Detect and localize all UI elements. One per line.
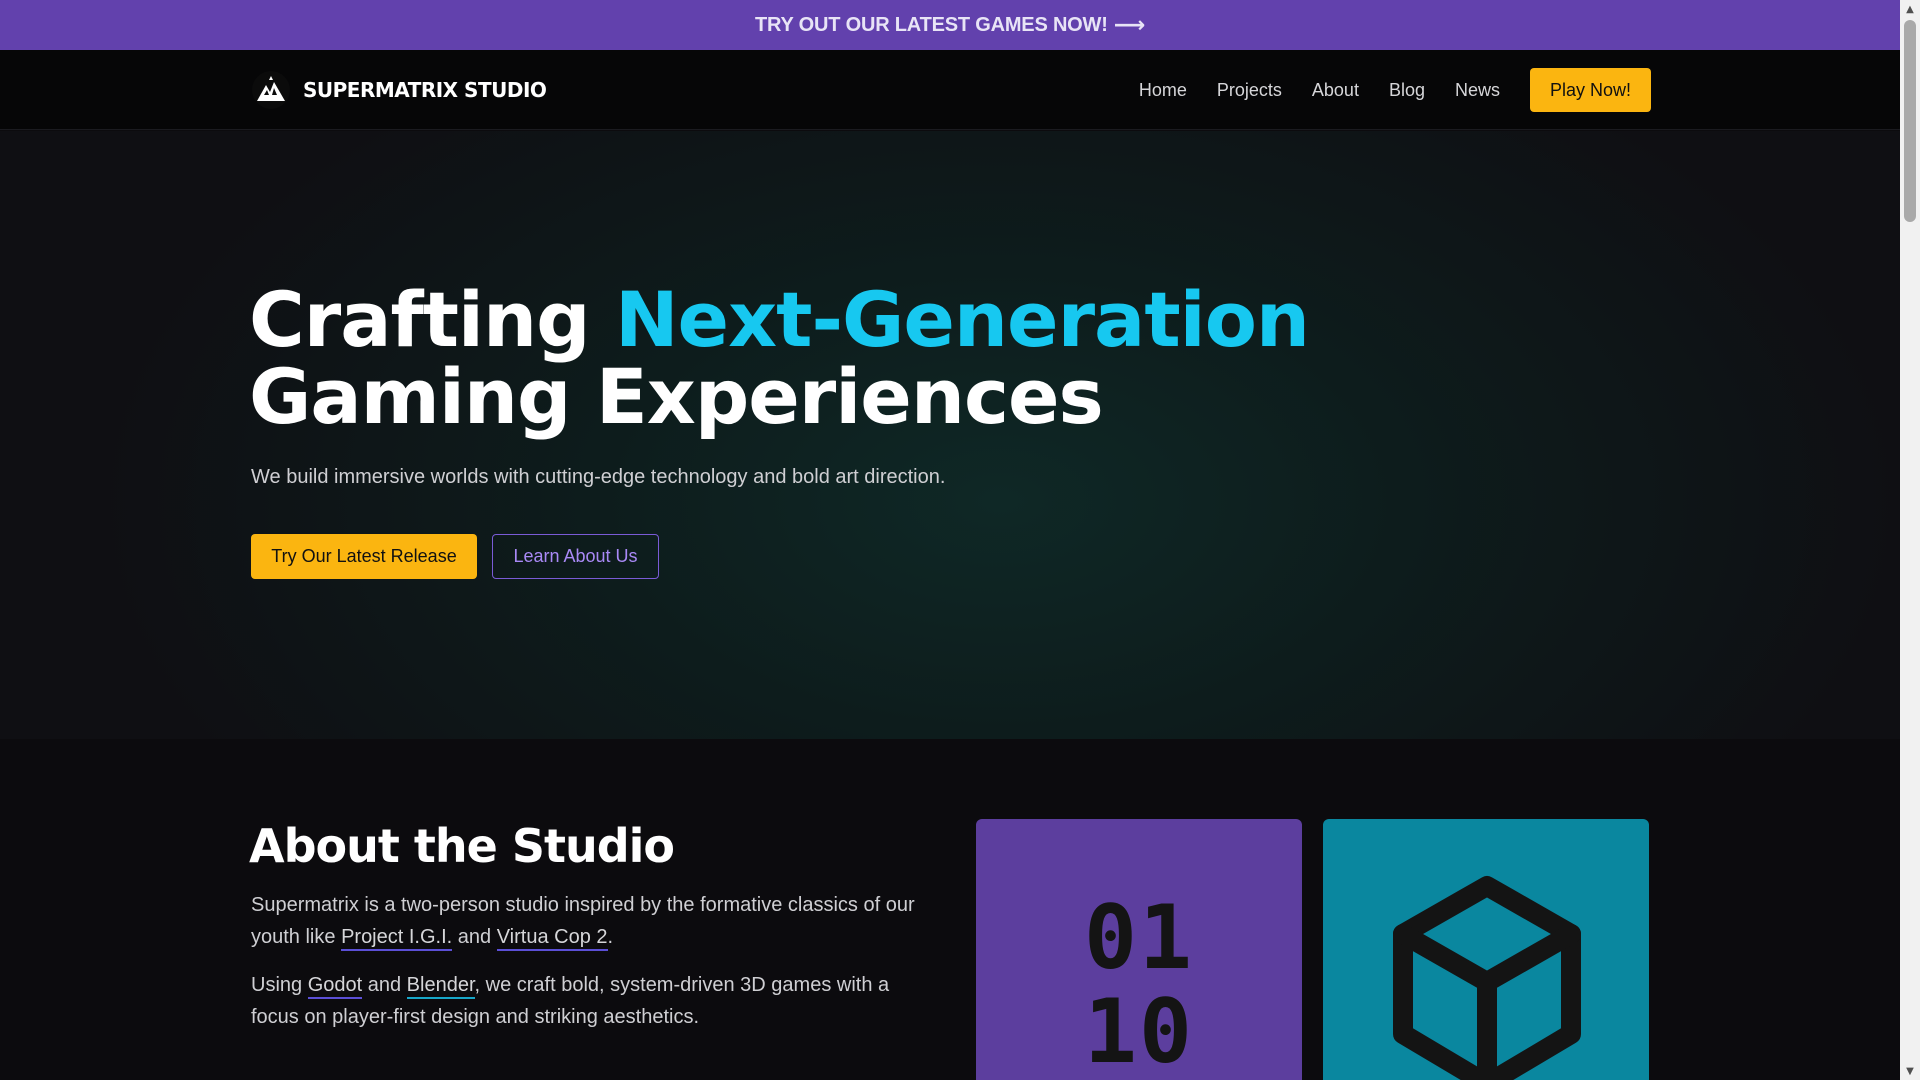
about-p1-text-mid: and bbox=[452, 926, 497, 948]
scrollbar-thumb[interactable] bbox=[1904, 20, 1916, 222]
mountain-logo-icon bbox=[252, 71, 290, 109]
navbar: SUPERMATRIX STUDIO Home Projects About B… bbox=[0, 50, 1900, 130]
about-p2-text-mid: and bbox=[362, 974, 407, 996]
brand-name: SUPERMATRIX STUDIO bbox=[303, 78, 547, 102]
scroll-down-arrow-icon[interactable]: ▼ bbox=[1900, 1062, 1920, 1080]
virtua-cop-2-link[interactable]: Virtua Cop 2 bbox=[496, 926, 608, 951]
learn-about-us-button[interactable]: Learn About Us bbox=[492, 534, 659, 579]
binary-line-1: 01 bbox=[1084, 886, 1194, 989]
nav-link-about[interactable]: About bbox=[1312, 80, 1359, 101]
announcement-bar: TRY OUT OUR LATEST GAMES NOW! ⟶ bbox=[0, 0, 1900, 50]
play-now-button[interactable]: Play Now! bbox=[1530, 68, 1651, 112]
about-paragraph-2: Using Godot and Blender, we craft bold, … bbox=[251, 969, 931, 1033]
hero-section: Crafting Next-Generation Gaming Experien… bbox=[0, 131, 1900, 739]
hero-subtitle: We build immersive worlds with cutting-e… bbox=[251, 466, 946, 488]
try-latest-release-button[interactable]: Try Our Latest Release bbox=[251, 534, 477, 579]
hero-title-start: Crafting bbox=[249, 275, 615, 364]
project-igi-link[interactable]: Project I.G.I. bbox=[341, 926, 453, 951]
hero-title-accent: Next-Generation bbox=[614, 275, 1310, 364]
nav-link-projects[interactable]: Projects bbox=[1217, 80, 1282, 101]
announcement-text: TRY OUT OUR LATEST GAMES NOW! bbox=[754, 13, 1108, 36]
binary-line-2: 10 bbox=[1084, 980, 1194, 1080]
brand-link[interactable]: SUPERMATRIX STUDIO bbox=[251, 70, 547, 110]
page-scrollbar[interactable]: ▲ ▼ bbox=[1900, 0, 1920, 1080]
binary-graphic: 01 10 bbox=[976, 891, 1302, 1079]
nav-links: Home Projects About Blog News Play Now! bbox=[1139, 68, 1651, 112]
about-p1-text-end: . bbox=[607, 926, 614, 948]
about-title: About the Studio bbox=[249, 819, 675, 873]
arrow-right-icon: ⟶ bbox=[1113, 12, 1146, 38]
hero-title-line2: Gaming Experiences bbox=[249, 352, 1104, 441]
hero-buttons: Try Our Latest Release Learn About Us bbox=[251, 534, 659, 579]
hero-title: Crafting Next-Generation Gaming Experien… bbox=[249, 281, 1310, 435]
about-paragraph-1: Supermatrix is a two-person studio inspi… bbox=[251, 889, 931, 953]
about-p2-text-start: Using bbox=[251, 974, 308, 996]
cube-icon bbox=[1393, 876, 1581, 1080]
nav-link-news[interactable]: News bbox=[1455, 80, 1500, 101]
nav-link-blog[interactable]: Blog bbox=[1389, 80, 1425, 101]
scroll-up-arrow-icon[interactable]: ▲ bbox=[1900, 0, 1920, 18]
binary-card: 01 10 bbox=[976, 819, 1302, 1080]
about-section: About the Studio Supermatrix is a two-pe… bbox=[0, 739, 1900, 1080]
nav-link-home[interactable]: Home bbox=[1139, 80, 1187, 101]
godot-link[interactable]: Godot bbox=[307, 974, 363, 999]
announcement-link[interactable]: TRY OUT OUR LATEST GAMES NOW! ⟶ bbox=[755, 13, 1145, 38]
blender-link[interactable]: Blender bbox=[406, 974, 475, 999]
cube-card bbox=[1323, 819, 1649, 1080]
